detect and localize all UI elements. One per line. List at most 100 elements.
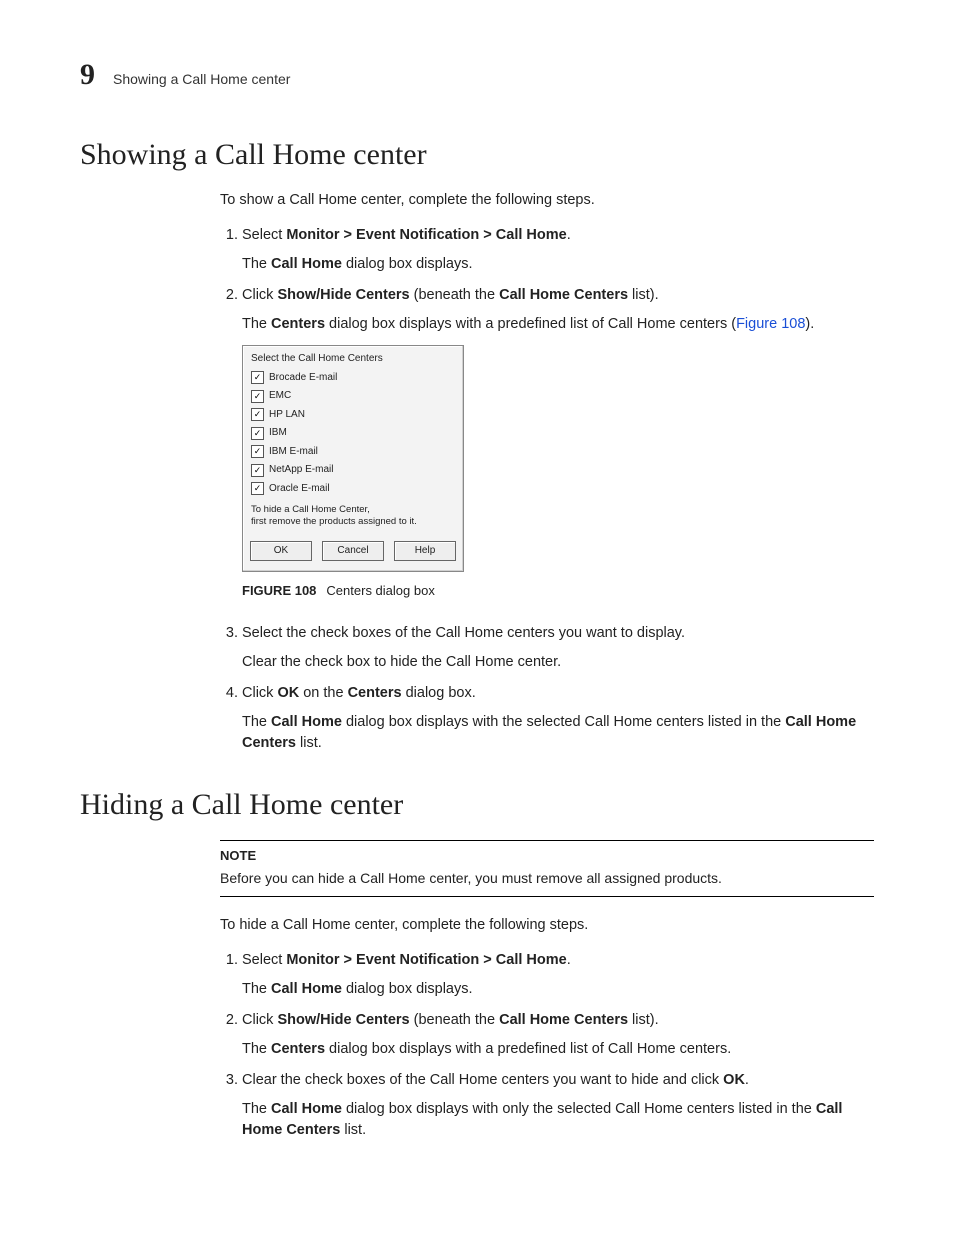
text: The	[242, 1101, 271, 1117]
step1-sub: The Call Home dialog box displays.	[242, 979, 874, 1000]
ok-button[interactable]: OK	[250, 541, 312, 562]
dialog-option-netapp-email[interactable]: NetApp E-mail	[243, 461, 463, 480]
dialog-button-row: OK Cancel Help	[243, 533, 463, 572]
text: Clear the check boxes of the Call Home c…	[242, 1072, 723, 1088]
step1-sub: The Call Home dialog box displays.	[242, 254, 874, 275]
bold: Call Home	[271, 256, 342, 272]
dialog-hint: To hide a Call Home Center, first remove…	[243, 498, 463, 533]
figure-caption: FIGURE 108Centers dialog box	[242, 582, 874, 601]
dialog-option-ibm[interactable]: IBM	[243, 424, 463, 443]
figure-xref[interactable]: Figure 108	[736, 316, 805, 332]
bold: Show/Hide Centers	[277, 287, 409, 303]
text: The	[242, 981, 271, 997]
menu-path: Monitor > Event Notification > Call Home	[286, 952, 566, 968]
checkbox-icon[interactable]	[251, 464, 264, 477]
text: .	[567, 227, 571, 243]
bold: OK	[277, 685, 299, 701]
dialog-option-brocade-email[interactable]: Brocade E-mail	[243, 369, 463, 388]
text: Click	[242, 1012, 277, 1028]
text: Click	[242, 685, 277, 701]
cancel-button[interactable]: Cancel	[322, 541, 384, 562]
bold: Centers	[271, 316, 325, 332]
text: The	[242, 1041, 271, 1057]
text: dialog box displays with a predefined li…	[325, 1041, 731, 1057]
option-label: Oracle E-mail	[269, 482, 330, 497]
text: dialog box displays with a predefined li…	[325, 316, 736, 332]
checkbox-icon[interactable]	[251, 408, 264, 421]
checkbox-icon[interactable]	[251, 482, 264, 495]
text: list.	[340, 1122, 366, 1138]
text: Select	[242, 227, 286, 243]
section2-step2: Click Show/Hide Centers (beneath the Cal…	[242, 1010, 874, 1060]
bold: Centers	[271, 1041, 325, 1057]
note-text: Before you can hide a Call Home center, …	[220, 868, 874, 888]
section1-step1: Select Monitor > Event Notification > Ca…	[242, 225, 874, 275]
bold: Show/Hide Centers	[277, 1012, 409, 1028]
text: list.	[296, 735, 322, 751]
running-header: 9 Showing a Call Home center	[80, 60, 874, 90]
section2-intro: To hide a Call Home center, complete the…	[220, 915, 874, 936]
note-label: NOTE	[220, 847, 874, 866]
checkbox-icon[interactable]	[251, 427, 264, 440]
step3-sub: Clear the check box to hide the Call Hom…	[242, 652, 874, 673]
section2-body: NOTE Before you can hide a Call Home cen…	[220, 840, 874, 1141]
bold: Call Home Centers	[499, 1012, 628, 1028]
page: 9 Showing a Call Home center Showing a C…	[0, 0, 954, 1235]
text: .	[567, 952, 571, 968]
option-label: IBM	[269, 426, 287, 441]
figure-caption-text: Centers dialog box	[326, 583, 434, 598]
section1-step2: Click Show/Hide Centers (beneath the Cal…	[242, 285, 874, 601]
text: list).	[628, 1012, 659, 1028]
checkbox-icon[interactable]	[251, 445, 264, 458]
text: (beneath the	[410, 1012, 500, 1028]
text: .	[745, 1072, 749, 1088]
dialog-option-oracle-email[interactable]: Oracle E-mail	[243, 480, 463, 499]
dialog-hint-line2: first remove the products assigned to it…	[251, 516, 455, 528]
text: dialog box displays.	[342, 256, 473, 272]
text: dialog box displays with only the select…	[342, 1101, 816, 1117]
step2-sub: The Centers dialog box displays with a p…	[242, 314, 874, 335]
option-label: NetApp E-mail	[269, 463, 333, 478]
dialog-hint-line1: To hide a Call Home Center,	[251, 504, 455, 516]
help-button[interactable]: Help	[394, 541, 456, 562]
text: The	[242, 714, 271, 730]
section1-step4: Click OK on the Centers dialog box. The …	[242, 683, 874, 754]
centers-dialog: Select the Call Home Centers Brocade E-m…	[242, 345, 464, 572]
option-label: IBM E-mail	[269, 445, 318, 460]
dialog-option-hp-lan[interactable]: HP LAN	[243, 406, 463, 425]
text: list).	[628, 287, 659, 303]
step4-sub: The Call Home dialog box displays with t…	[242, 712, 874, 754]
section2-step1: Select Monitor > Event Notification > Ca…	[242, 950, 874, 1000]
dialog-option-emc[interactable]: EMC	[243, 387, 463, 406]
bold: Call Home	[271, 981, 342, 997]
step2-sub: The Centers dialog box displays with a p…	[242, 1039, 874, 1060]
bold: Call Home	[271, 1101, 342, 1117]
bold: Call Home Centers	[499, 287, 628, 303]
section-heading-hiding: Hiding a Call Home center	[80, 788, 874, 822]
section2-step3: Clear the check boxes of the Call Home c…	[242, 1070, 874, 1141]
section1-steps: Select Monitor > Event Notification > Ca…	[220, 225, 874, 754]
section-heading-showing: Showing a Call Home center	[80, 138, 874, 172]
text: dialog box.	[402, 685, 476, 701]
dialog-title: Select the Call Home Centers	[243, 346, 463, 369]
checkbox-icon[interactable]	[251, 390, 264, 403]
bold: Call Home	[271, 714, 342, 730]
text: (beneath the	[410, 287, 500, 303]
text: Select	[242, 952, 286, 968]
dialog-option-ibm-email[interactable]: IBM E-mail	[243, 443, 463, 462]
chapter-number: 9	[80, 60, 95, 90]
section1-body: To show a Call Home center, complete the…	[220, 190, 874, 754]
bold: Centers	[348, 685, 402, 701]
step3-sub: The Call Home dialog box displays with o…	[242, 1099, 874, 1141]
text: The	[242, 316, 271, 332]
section1-step3: Select the check boxes of the Call Home …	[242, 623, 874, 673]
option-label: EMC	[269, 389, 291, 404]
text: dialog box displays with the selected Ca…	[342, 714, 785, 730]
text: The	[242, 256, 271, 272]
option-label: HP LAN	[269, 408, 305, 423]
text: Click	[242, 287, 277, 303]
checkbox-icon[interactable]	[251, 371, 264, 384]
running-title: Showing a Call Home center	[113, 71, 290, 87]
text: on the	[299, 685, 347, 701]
note-block: NOTE Before you can hide a Call Home cen…	[220, 840, 874, 897]
